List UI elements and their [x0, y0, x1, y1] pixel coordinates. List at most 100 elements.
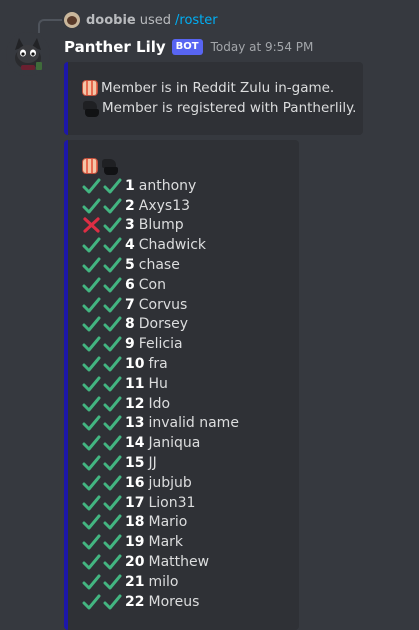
check-icon	[103, 217, 122, 233]
roster-embed: 1 anthony 2 Axys13 3 Blump 4 Chadwick 5 chase 6 Con…	[64, 140, 299, 630]
roster-number: 20	[125, 554, 145, 571]
roster-member-name: Matthew	[148, 554, 210, 571]
roster-row: 19 Mark	[82, 532, 299, 552]
roster-number: 13	[125, 415, 145, 432]
roster-number: 7	[125, 296, 135, 313]
roster-header-icons	[82, 156, 299, 176]
check-icon	[82, 297, 101, 313]
check-icon	[103, 475, 122, 491]
roster-member-name: jubjub	[148, 474, 192, 491]
check-icon	[103, 237, 122, 253]
bot-avatar[interactable]	[6, 32, 50, 76]
bot-badge: BOT	[171, 39, 203, 55]
legend-row: Member is in Reddit Zulu in-game.	[82, 78, 363, 98]
check-icon	[103, 316, 122, 332]
roster-number: 2	[125, 197, 135, 214]
roster-row: 18 Mario	[82, 513, 299, 533]
roster-member-name: Lion31	[148, 494, 196, 511]
roster-row: 22 Moreus	[82, 592, 299, 612]
slash-command-link[interactable]: /roster	[175, 13, 218, 28]
roster-row: 13 invalid name	[82, 414, 299, 434]
roster-row: 14 Janiqua	[82, 433, 299, 453]
roster-member-name: Dorsey	[138, 316, 189, 333]
roster-member-name: Ido	[148, 395, 171, 412]
roster-number: 8	[125, 316, 135, 333]
cross-icon	[83, 217, 100, 234]
check-icon	[103, 415, 122, 431]
roster-row: 20 Matthew	[82, 552, 299, 572]
check-icon	[82, 475, 101, 491]
check-icon	[103, 435, 122, 451]
roster-number: 9	[125, 336, 135, 353]
roster-row: 1 anthony	[82, 176, 299, 196]
replied-user-avatar[interactable]	[64, 12, 80, 28]
roster-member-name: JJ	[148, 455, 157, 472]
roster-member-name: Janiqua	[148, 435, 201, 452]
check-icon	[103, 455, 122, 471]
roster-number: 1	[125, 177, 135, 194]
roster-member-name: Felicia	[138, 336, 183, 353]
replied-username[interactable]: doobie	[86, 13, 136, 28]
check-icon	[103, 297, 122, 313]
check-icon	[103, 574, 122, 590]
roster-row: 12 Ido	[82, 394, 299, 414]
roster-member-name: Mark	[148, 534, 184, 551]
roster-member-name: Corvus	[138, 296, 188, 313]
check-icon	[103, 495, 122, 511]
check-icon	[82, 178, 101, 194]
check-icon	[82, 396, 101, 412]
check-icon	[82, 356, 101, 372]
check-icon	[82, 336, 101, 352]
check-icon	[82, 198, 101, 214]
roster-row: 6 Con	[82, 275, 299, 295]
roster-number: 18	[125, 514, 145, 531]
check-icon	[103, 376, 122, 392]
check-icon	[82, 415, 101, 431]
message-timestamp[interactable]: Today at 9:54 PM	[211, 40, 314, 54]
reply-reference[interactable]: doobie used /roster	[64, 10, 218, 30]
check-icon	[103, 554, 122, 570]
check-icon	[103, 594, 122, 610]
message-header: Panther Lily BOT Today at 9:54 PM	[64, 36, 313, 58]
roster-number: 15	[125, 455, 145, 472]
roster-member-name: chase	[138, 257, 180, 274]
roster-number: 6	[125, 276, 135, 293]
check-icon	[103, 514, 122, 530]
legend-text: Member is in Reddit Zulu in-game.	[101, 80, 335, 96]
roster-row: 2 Axys13	[82, 196, 299, 216]
check-icon	[103, 257, 122, 273]
check-icon	[82, 257, 101, 273]
roster-row: 15 JJ	[82, 453, 299, 473]
legend-embed: Member is in Reddit Zulu in-game. Member…	[64, 62, 363, 135]
check-icon	[82, 534, 101, 550]
reply-used-text: used	[139, 12, 172, 28]
check-icon	[82, 554, 101, 570]
roster-row: 7 Corvus	[82, 295, 299, 315]
roster-row: 17 Lion31	[82, 493, 299, 513]
roster-member-name: Hu	[148, 375, 168, 392]
check-icon	[82, 277, 101, 293]
roster-row: 21 milo	[82, 572, 299, 592]
panther-avatar-icon	[6, 32, 50, 76]
check-icon	[103, 396, 122, 412]
reddit-zulu-icon	[82, 158, 98, 174]
check-icon	[82, 594, 101, 610]
roster-row: 16 jubjub	[82, 473, 299, 493]
roster-number: 14	[125, 435, 145, 452]
check-icon	[82, 514, 101, 530]
roster-number: 21	[125, 573, 145, 590]
check-icon	[103, 356, 122, 372]
roster-member-name: Moreus	[148, 593, 200, 610]
roster-number: 5	[125, 257, 135, 274]
roster-number: 3	[125, 217, 135, 234]
check-icon	[82, 435, 101, 451]
roster-number: 10	[125, 356, 145, 373]
roster-row: 11 Hu	[82, 374, 299, 394]
reply-spine	[38, 19, 62, 33]
pantherlily-icon	[101, 158, 118, 175]
roster-number: 11	[125, 375, 145, 392]
roster-row: 4 Chadwick	[82, 235, 299, 255]
check-icon	[82, 574, 101, 590]
author-name[interactable]: Panther Lily	[64, 38, 166, 56]
check-icon	[82, 495, 101, 511]
